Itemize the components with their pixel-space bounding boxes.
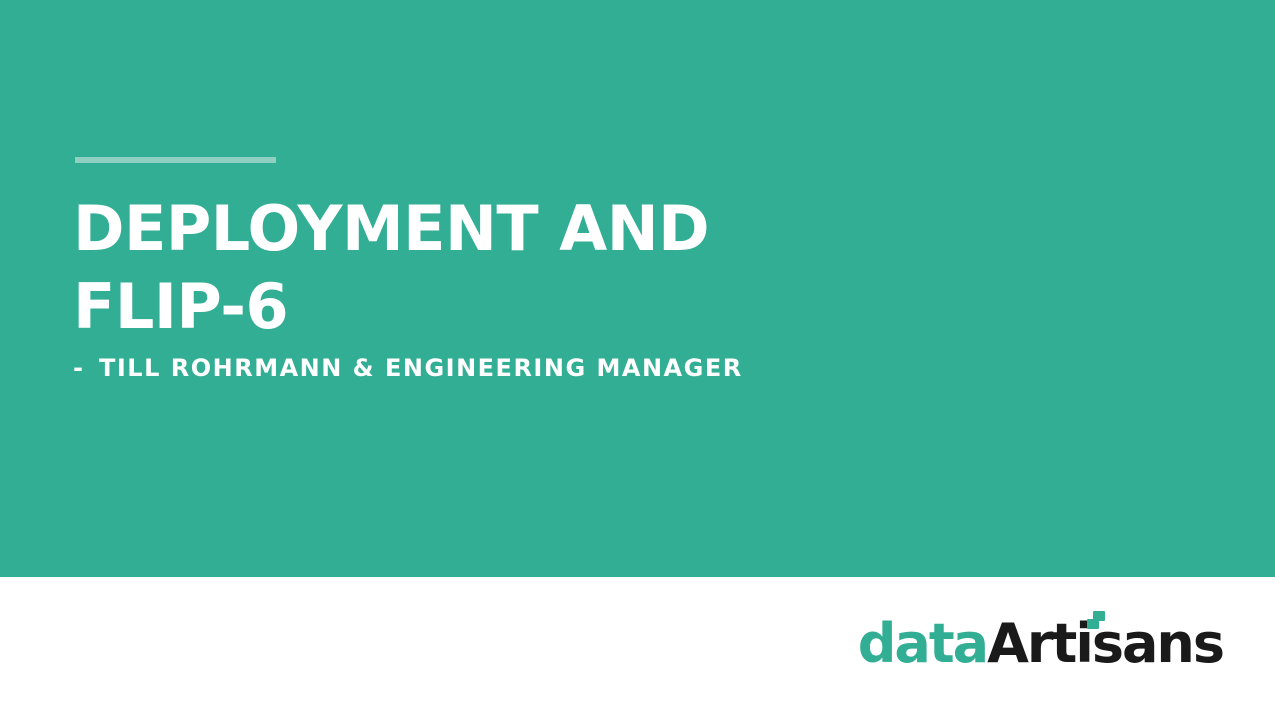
subtitle-dash: -: [73, 354, 85, 382]
data-artisans-logo: dataArtisans: [857, 611, 1225, 675]
stacked-squares-logo-icon: [1087, 611, 1105, 629]
slide-title-line-2: FLIP-6: [73, 270, 289, 343]
hero-panel: DEPLOYMENT AND FLIP-6 - TILL ROHRMANN & E…: [0, 0, 1275, 577]
logo-word-data: data: [857, 612, 989, 675]
subtitle-text: TILL ROHRMANN & ENGINEERING MANAGER: [99, 354, 743, 382]
slide-title-line-1: DEPLOYMENT AND: [73, 192, 710, 265]
accent-bar: [75, 157, 276, 163]
footer-panel: dataArtisans: [0, 577, 1275, 716]
slide-title: DEPLOYMENT AND FLIP-6: [73, 190, 973, 346]
logo-wordmark: dataArtisans: [857, 612, 1225, 675]
slide-subtitle: - TILL ROHRMANN & ENGINEERING MANAGER: [73, 353, 743, 383]
title-slide: DEPLOYMENT AND FLIP-6 - TILL ROHRMANN & E…: [0, 0, 1275, 716]
